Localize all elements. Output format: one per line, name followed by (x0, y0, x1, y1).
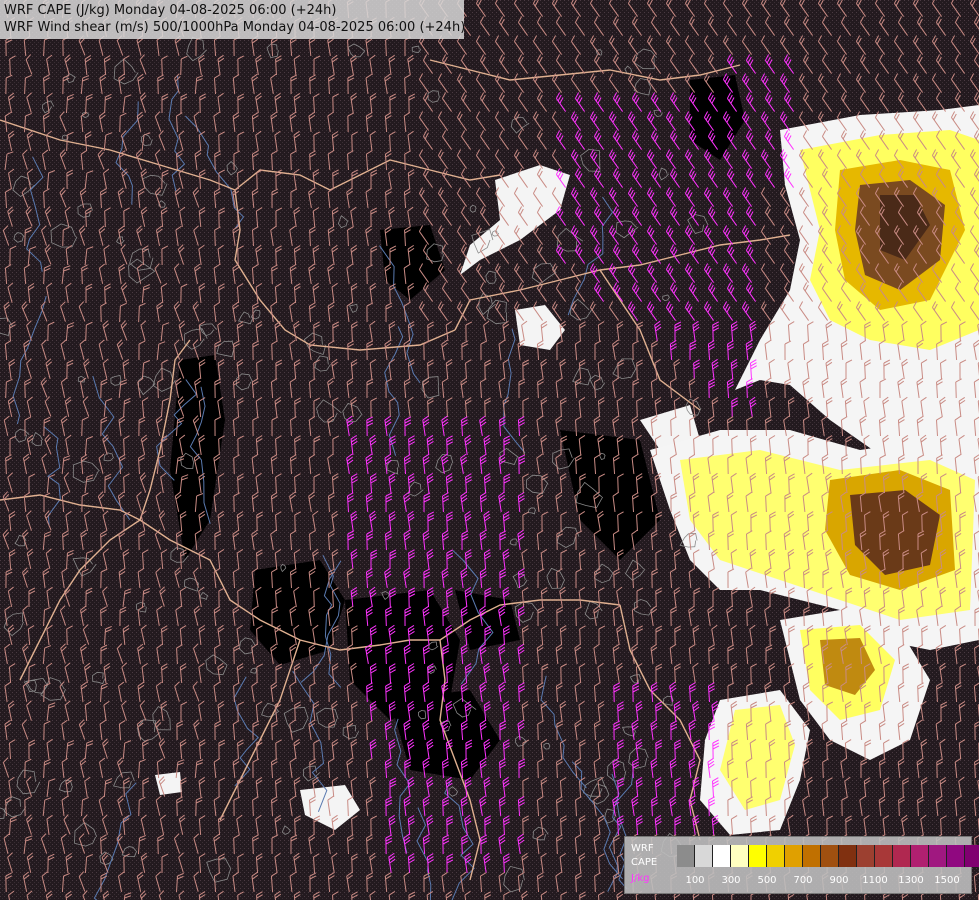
legend-swatch (821, 845, 839, 867)
legend-tick-label: 1500 (934, 875, 960, 886)
legend-swatch (947, 845, 965, 867)
legend-swatch (695, 845, 713, 867)
weather-map: WRF CAPE (J/kg) Monday 04-08-2025 06:00 … (0, 0, 979, 900)
legend-tick-label: 500 (757, 875, 777, 886)
legend-swatch (857, 845, 875, 867)
legend-swatch (713, 845, 731, 867)
legend-swatch (767, 845, 785, 867)
cape-legend: WRF CAPE J/kg 100 300 500 700 900 1100 1300 150… (624, 836, 979, 894)
legend-color-scale (677, 845, 979, 867)
legend-tick-label: 1100 (862, 875, 888, 886)
map-canvas (0, 0, 979, 900)
legend-tick-label: 1300 (898, 875, 924, 886)
legend-units: J/kg (631, 873, 650, 884)
legend-tick-label: 300 (721, 875, 741, 886)
legend-swatch (929, 845, 947, 867)
legend-swatch (911, 845, 929, 867)
legend-swatch (839, 845, 857, 867)
legend-swatch (749, 845, 767, 867)
map-title-box: WRF CAPE (J/kg) Monday 04-08-2025 06:00 … (0, 0, 466, 39)
legend-tick-labels: 100 300 500 700 900 1100 1300 1500 (677, 875, 967, 889)
wind-shear-title: WRF Wind shear (m/s) 500/1000hPa Monday … (4, 20, 466, 35)
legend-swatch (893, 845, 911, 867)
legend-swatch (731, 845, 749, 867)
legend-swatch (875, 845, 893, 867)
cape-title: WRF CAPE (J/kg) Monday 04-08-2025 06:00 … (4, 3, 337, 18)
legend-field-label: CAPE (631, 857, 658, 868)
legend-swatch (677, 845, 695, 867)
legend-tick-label: 900 (829, 875, 849, 886)
legend-swatch (965, 845, 979, 867)
legend-tick-label: 100 (685, 875, 705, 886)
legend-tick-label: 700 (793, 875, 813, 886)
legend-swatch (785, 845, 803, 867)
legend-model-label: WRF (631, 843, 654, 854)
legend-swatch (803, 845, 821, 867)
